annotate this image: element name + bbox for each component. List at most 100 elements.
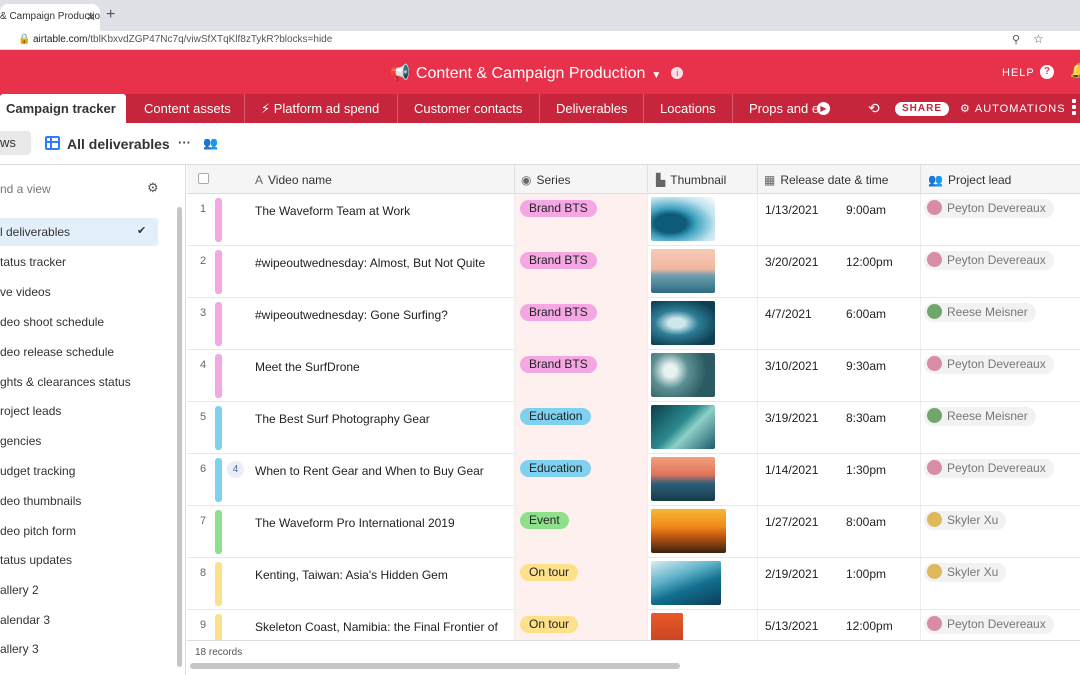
series-cell[interactable]: Education bbox=[514, 454, 647, 506]
horizontal-scrollbar[interactable] bbox=[190, 663, 680, 669]
video-name-cell[interactable]: The Waveform Pro International 2019 bbox=[255, 515, 510, 532]
series-cell[interactable]: Brand BTS bbox=[514, 194, 647, 246]
sidebar-item[interactable]: gencies bbox=[0, 427, 158, 455]
thumbnail-image[interactable] bbox=[651, 197, 715, 241]
video-name-cell[interactable]: Meet the SurfDrone bbox=[255, 359, 510, 376]
column-header-release[interactable]: ▦ Release date & time bbox=[757, 165, 920, 194]
help-icon[interactable]: ? bbox=[1040, 65, 1054, 79]
tab-props[interactable]: Props and e bbox=[732, 94, 819, 123]
video-name-cell[interactable]: Kenting, Taiwan: Asia's Hidden Gem bbox=[255, 567, 510, 584]
base-title-button[interactable]: 📢 Content & Campaign Production ▼ i bbox=[390, 63, 684, 83]
video-name-cell[interactable]: When to Rent Gear and When to Buy Gear bbox=[255, 463, 510, 480]
sidebar-item[interactable]: deo thumbnails bbox=[0, 487, 158, 515]
sidebar-item[interactable]: udget tracking bbox=[0, 457, 158, 485]
tab-content-assets[interactable]: Content assets bbox=[144, 94, 231, 123]
views-button[interactable]: ws bbox=[0, 131, 31, 155]
sidebar-item[interactable]: deo pitch form bbox=[0, 517, 158, 545]
table-row[interactable]: 2 #wipeoutwednesday: Almost, But Not Qui… bbox=[187, 246, 1080, 298]
project-lead-chip[interactable]: Skyler Xu bbox=[924, 563, 1007, 582]
more-options-icon[interactable] bbox=[1072, 99, 1078, 117]
thumbnail-image[interactable] bbox=[651, 457, 715, 501]
series-cell[interactable]: On tour bbox=[514, 558, 647, 610]
view-name[interactable]: All deliverables bbox=[67, 136, 170, 152]
column-header-thumbnail[interactable]: ▙ Thumbnail bbox=[647, 165, 757, 194]
url-text[interactable]: airtable.com/tblKbxvdZGP47Nc7q/viwSfXTqK… bbox=[33, 34, 332, 45]
thumbnail-image[interactable] bbox=[651, 613, 683, 640]
help-label[interactable]: HELP bbox=[1002, 67, 1035, 79]
series-cell[interactable]: Brand BTS bbox=[514, 298, 647, 350]
table-row[interactable]: 4 Meet the SurfDrone Brand BTS 3/10/2021… bbox=[187, 350, 1080, 402]
sidebar-item[interactable]: ghts & clearances status bbox=[0, 368, 158, 396]
thumbnail-image[interactable] bbox=[651, 353, 715, 397]
column-header-series[interactable]: ◉ Series bbox=[514, 165, 647, 194]
comment-count-badge[interactable]: 4 bbox=[227, 461, 244, 478]
tab-platform-ad-spend[interactable]: ⚡ Platform ad spend bbox=[244, 94, 379, 123]
project-lead-chip[interactable]: Peyton Devereaux bbox=[924, 251, 1054, 270]
table-row[interactable]: 1 The Waveform Team at Work Brand BTS 1/… bbox=[187, 194, 1080, 246]
more-tabs-icon[interactable]: ▶ bbox=[817, 102, 830, 115]
project-lead-chip[interactable]: Peyton Devereaux bbox=[924, 355, 1054, 374]
share-button[interactable]: SHARE bbox=[895, 102, 950, 116]
find-view-input[interactable]: nd a view bbox=[0, 182, 51, 196]
thumbnail-image[interactable] bbox=[651, 301, 715, 345]
project-lead-chip[interactable]: Peyton Devereaux bbox=[924, 615, 1054, 634]
row-color-bar bbox=[215, 562, 222, 606]
gear-icon[interactable]: ⚙ bbox=[147, 180, 159, 196]
collaborators-icon[interactable]: 👥 bbox=[203, 136, 218, 150]
sidebar-item[interactable]: ve videos bbox=[0, 278, 158, 306]
series-cell[interactable]: Brand BTS bbox=[514, 350, 647, 402]
tab-locations[interactable]: Locations bbox=[643, 94, 716, 123]
sidebar-scrollbar[interactable] bbox=[177, 207, 182, 667]
thumbnail-image[interactable] bbox=[651, 509, 726, 553]
series-cell[interactable]: Brand BTS bbox=[514, 246, 647, 298]
browser-tab[interactable]: & Campaign Productio ✕ bbox=[0, 4, 100, 31]
video-name-cell[interactable]: The Best Surf Photography Gear bbox=[255, 411, 510, 428]
tab-customer-contacts[interactable]: Customer contacts bbox=[397, 94, 522, 123]
thumbnail-image[interactable] bbox=[651, 561, 721, 605]
column-header-project-lead[interactable]: 👥 Project lead bbox=[920, 165, 1080, 194]
table-row[interactable]: 6 4 When to Rent Gear and When to Buy Ge… bbox=[187, 454, 1080, 506]
series-cell[interactable]: Event bbox=[514, 506, 647, 558]
sidebar-item[interactable]: allery 3 bbox=[0, 635, 158, 663]
project-lead-chip[interactable]: Reese Meisner bbox=[924, 303, 1036, 322]
bookmark-star-icon[interactable]: ☆ bbox=[1033, 32, 1044, 46]
thumbnail-image[interactable] bbox=[651, 405, 715, 449]
sidebar-item[interactable]: alendar 3 bbox=[0, 606, 158, 634]
video-name-cell[interactable]: #wipeoutwednesday: Almost, But Not Quite bbox=[255, 255, 510, 272]
select-all-checkbox[interactable] bbox=[198, 173, 209, 184]
sidebar-item[interactable]: tatus updates bbox=[0, 546, 158, 574]
video-name-cell[interactable]: Skeleton Coast, Namibia: the Final Front… bbox=[255, 619, 510, 636]
series-cell[interactable]: On tour bbox=[514, 610, 647, 640]
video-name-cell[interactable]: #wipeoutwednesday: Gone Surfing? bbox=[255, 307, 510, 324]
sidebar-item-all-deliverables[interactable]: l deliverables ✔ bbox=[0, 218, 158, 246]
sidebar-item[interactable]: deo shoot schedule bbox=[0, 308, 158, 336]
new-tab-icon[interactable]: + bbox=[106, 6, 115, 24]
project-lead-chip[interactable]: Skyler Xu bbox=[924, 511, 1007, 530]
sidebar-item[interactable]: tatus tracker bbox=[0, 248, 158, 276]
project-lead-chip[interactable]: Peyton Devereaux bbox=[924, 459, 1054, 478]
video-name-cell[interactable]: The Waveform Team at Work bbox=[255, 203, 510, 220]
table-row[interactable]: 9 Skeleton Coast, Namibia: the Final Fro… bbox=[187, 610, 1080, 640]
table-row[interactable]: 3 #wipeoutwednesday: Gone Surfing? Brand… bbox=[187, 298, 1080, 350]
project-lead-chip[interactable]: Peyton Devereaux bbox=[924, 199, 1054, 218]
table-row[interactable]: 5 The Best Surf Photography Gear Educati… bbox=[187, 402, 1080, 454]
sidebar-item[interactable]: deo release schedule bbox=[0, 338, 158, 366]
history-icon[interactable]: ⟲ bbox=[868, 100, 880, 117]
info-icon[interactable]: i bbox=[671, 67, 684, 79]
close-tab-icon[interactable]: ✕ bbox=[86, 10, 96, 24]
tab-deliverables[interactable]: Deliverables bbox=[539, 94, 628, 123]
tab-campaign-tracker[interactable]: Campaign tracker bbox=[0, 94, 126, 123]
project-lead-chip[interactable]: Reese Meisner bbox=[924, 407, 1036, 426]
notification-bell-icon[interactable]: 🔔 bbox=[1070, 62, 1080, 79]
view-menu-icon[interactable]: ··· bbox=[178, 135, 191, 150]
address-bar[interactable]: 🔒 airtable.com/tblKbxvdZGP47Nc7q/viwSfXT… bbox=[0, 31, 1080, 50]
automations-button[interactable]: ⚙ AUTOMATIONS bbox=[960, 102, 1066, 115]
thumbnail-image[interactable] bbox=[651, 249, 715, 293]
sidebar-item[interactable]: roject leads bbox=[0, 397, 158, 425]
series-cell[interactable]: Education bbox=[514, 402, 647, 454]
table-row[interactable]: 8 Kenting, Taiwan: Asia's Hidden Gem On … bbox=[187, 558, 1080, 610]
zoom-icon[interactable]: ⚲ bbox=[1012, 33, 1020, 46]
table-row[interactable]: 7 The Waveform Pro International 2019 Ev… bbox=[187, 506, 1080, 558]
sidebar-item[interactable]: allery 2 bbox=[0, 576, 158, 604]
column-header-video-name[interactable]: A Video name bbox=[245, 165, 514, 194]
